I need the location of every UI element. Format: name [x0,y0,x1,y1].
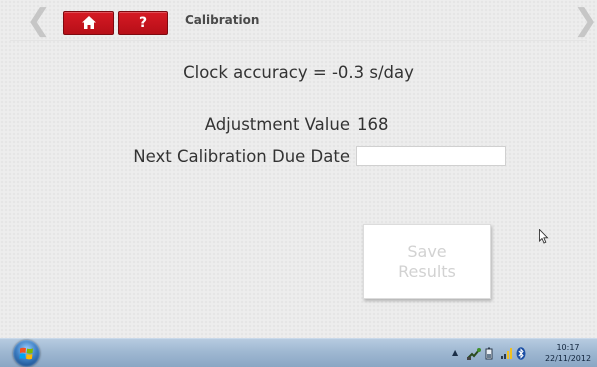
home-icon [81,16,96,29]
header-divider [10,40,587,41]
taskbar: ▲ 10:17 22/11/2012 [0,338,597,367]
app-screen: ❮ ? Calibration ❯ Clock accuracy = -0.3 … [0,0,597,338]
home-button[interactable] [63,11,114,35]
clock-time: 10:17 [556,343,580,352]
system-clock[interactable]: 10:17 22/11/2012 [540,342,596,364]
windows-start-icon [19,347,33,360]
previous-arrow-icon[interactable]: ❮ [26,6,51,36]
next-calibration-due-date-field[interactable] [356,146,506,166]
start-button[interactable] [13,340,40,367]
next-calibration-due-date-label: Next Calibration Due Date [133,147,350,166]
bluetooth-icon[interactable] [516,347,526,360]
signal-icon[interactable] [500,347,513,360]
network-icon[interactable] [466,347,481,360]
next-arrow-icon[interactable]: ❯ [573,6,597,36]
save-results-button[interactable]: Save Results [363,224,491,299]
show-hidden-icons-button[interactable]: ▲ [452,348,458,361]
battery-icon[interactable] [485,347,493,360]
adjustment-value: 168 [357,115,389,134]
mouse-pointer-icon [539,229,549,244]
page-title: Calibration [185,13,260,27]
clock-date: 22/11/2012 [544,354,592,363]
clock-accuracy-text: Clock accuracy = -0.3 s/day [183,63,414,82]
adjustment-value-label: Adjustment Value [204,115,350,134]
help-button[interactable]: ? [118,11,168,35]
